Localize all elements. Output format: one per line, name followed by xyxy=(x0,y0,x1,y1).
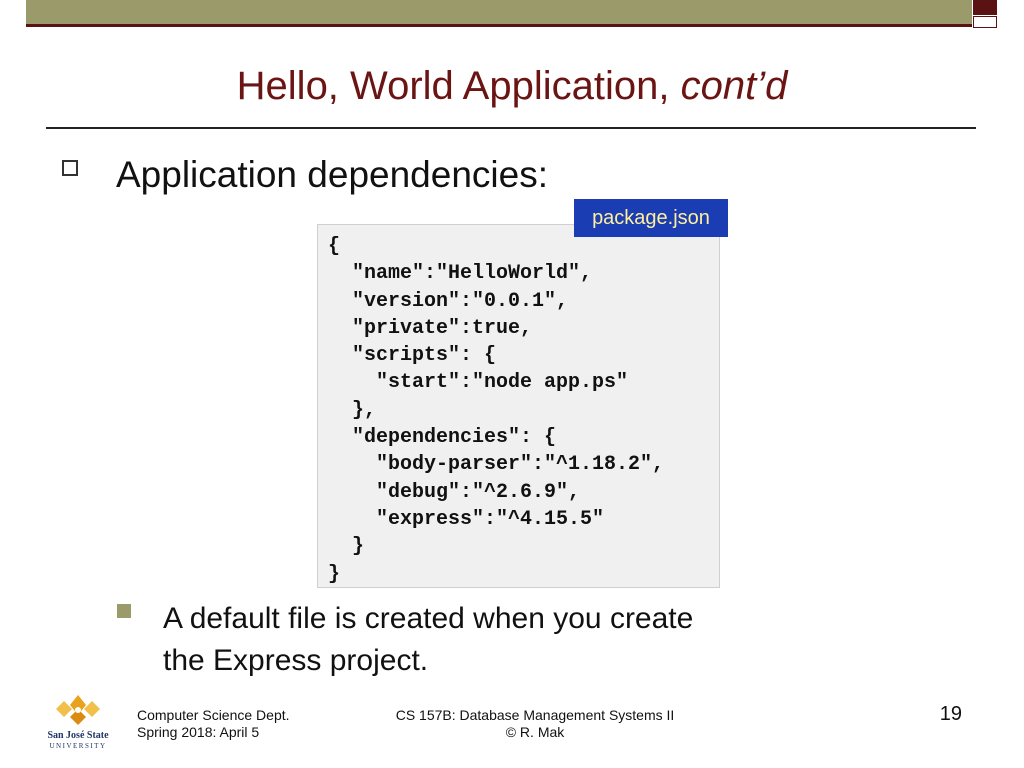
sjsu-logo-icon: San José State UNIVERSITY xyxy=(47,695,109,750)
code-line: "version":"0.0.1", xyxy=(328,289,569,313)
sub-bullet-line-2: the Express project. xyxy=(163,644,429,677)
file-tag-label: package.json xyxy=(574,199,728,237)
sub-bullet-square-icon xyxy=(117,604,131,618)
code-block: { "name":"HelloWorld", "version":"0.0.1"… xyxy=(317,224,720,588)
code-line: } xyxy=(328,535,365,559)
page-number: 19 xyxy=(939,703,962,725)
sub-bullet-line-1: A default file is created when you creat… xyxy=(163,602,694,635)
sub-bullet-default-file: A default file is created when you creat… xyxy=(163,598,803,682)
code-line: "dependencies": { xyxy=(328,426,557,450)
code-line: } xyxy=(328,562,341,586)
logo-text-line1: San José State xyxy=(47,730,109,741)
footer-course: CS 157B: Database Management Systems II xyxy=(395,707,675,723)
footer-date: Spring 2018: April 5 xyxy=(137,724,260,740)
logo-text-line2: UNIVERSITY xyxy=(50,742,107,750)
code-line: "scripts": { xyxy=(328,344,497,368)
slide-title-italic: cont’d xyxy=(680,64,788,108)
code-line: "body-parser":"^1.18.2", xyxy=(328,453,665,477)
footer-dept: Computer Science Dept. xyxy=(137,707,290,723)
top-corner-square-outline xyxy=(973,16,997,28)
footer-author: © R. Mak xyxy=(505,724,565,740)
code-line: "debug":"^2.6.9", xyxy=(328,480,581,504)
code-line: }, xyxy=(328,398,377,422)
footer-left: Computer Science Dept. Spring 2018: Apri… xyxy=(137,707,290,741)
code-line: "start":"node app.ps" xyxy=(328,371,629,395)
code-line: "private":true, xyxy=(328,316,533,340)
footer-center: CS 157B: Database Management Systems II … xyxy=(370,707,700,741)
bullet-application-dependencies: Application dependencies: xyxy=(116,154,548,195)
top-decorative-bar xyxy=(26,0,972,27)
slide-title-main: Hello, World Application, xyxy=(236,64,681,108)
slide-title: Hello, World Application, cont’d xyxy=(0,64,1024,109)
logo-emblem xyxy=(56,695,100,725)
bullet-square-icon xyxy=(62,160,78,176)
code-line: "name":"HelloWorld", xyxy=(328,262,593,286)
code-line: "express":"^4.15.5" xyxy=(328,507,605,531)
top-corner-square-filled xyxy=(973,0,997,15)
code-line: { xyxy=(328,235,341,258)
title-divider xyxy=(46,127,976,129)
